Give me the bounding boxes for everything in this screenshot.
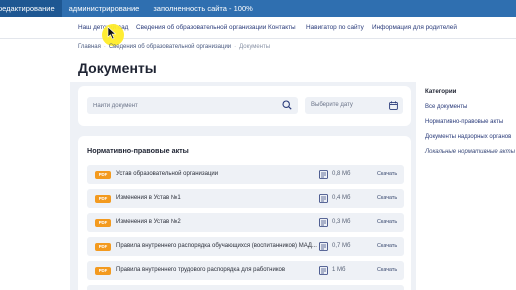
document-name[interactable]: Правила внутреннего трудового распорядка… <box>116 261 331 280</box>
date-picker[interactable]: Выберите дату <box>305 97 403 114</box>
document-name[interactable]: Изменения в Устав №2 <box>116 213 331 232</box>
document-name[interactable]: Устав образовательной организации <box>116 165 331 184</box>
document-name[interactable]: Изменения в Устав №1 <box>116 189 331 208</box>
document-row[interactable]: PDF Изменения в Устав №2 0,3 Мб Скачать <box>87 213 404 232</box>
download-link[interactable]: Скачать <box>377 237 397 256</box>
document-size: 0,8 Мб <box>332 171 351 177</box>
document-size: 0,4 Мб <box>332 195 351 201</box>
category-link-local[interactable]: Локальные нормативные акты <box>425 149 515 155</box>
document-size: 0,3 Мб <box>332 219 351 225</box>
section-title: Нормативно-правовые акты <box>87 146 189 155</box>
view-icon[interactable] <box>319 170 328 179</box>
cursor-icon <box>107 26 117 40</box>
admin-bar: редактирование администрирование заполне… <box>0 0 516 17</box>
admin-item-edit[interactable]: редактирование <box>0 0 62 17</box>
document-name[interactable]: Правила внутреннего распорядка обучающих… <box>116 237 331 256</box>
breadcrumb-current: Документы <box>239 44 271 50</box>
category-link-all[interactable]: Все документы <box>425 104 467 110</box>
pdf-badge: PDF <box>95 219 111 227</box>
view-icon[interactable] <box>319 266 328 275</box>
document-row[interactable]: PDF Правила внутреннего трудового распор… <box>87 261 404 280</box>
breadcrumb: Главная · Сведения об образовательной орга… <box>78 44 270 50</box>
calendar-icon[interactable] <box>389 101 398 110</box>
admin-item-administration[interactable]: администрирование <box>62 0 147 17</box>
document-row[interactable]: PDF Устав образовательной организации 0,… <box>87 165 404 184</box>
document-size: 1 Мб <box>332 267 346 273</box>
breadcrumb-separator: · <box>234 44 237 50</box>
pdf-badge: PDF <box>95 267 111 275</box>
top-navigation: Наш детский сад Сведения об образователь… <box>0 17 516 39</box>
category-link-supervisory[interactable]: Документы надзорных органов <box>425 134 511 140</box>
nav-link-site-navigator[interactable]: Навигатор по сайту <box>306 17 364 39</box>
pdf-badge: PDF <box>95 243 111 251</box>
breadcrumb-org-info[interactable]: Сведения об образовательной организации <box>109 44 231 50</box>
view-icon[interactable] <box>319 242 328 251</box>
view-icon[interactable] <box>319 218 328 227</box>
pdf-badge: PDF <box>95 171 111 179</box>
category-link-normative[interactable]: Нормативно-правовые акты <box>425 119 503 125</box>
nav-link-org-info[interactable]: Сведения об образовательной организации <box>136 17 266 39</box>
search-input[interactable] <box>93 97 273 114</box>
view-icon[interactable] <box>319 194 328 203</box>
document-row-partial[interactable] <box>87 285 404 290</box>
document-row[interactable]: PDF Правила внутреннего распорядка обуча… <box>87 237 404 256</box>
cursor-highlight <box>102 24 124 46</box>
page-title: Документы <box>78 60 157 76</box>
document-size: 0,7 Мб <box>332 243 351 249</box>
download-link[interactable]: Скачать <box>377 165 397 184</box>
download-link[interactable]: Скачать <box>377 213 397 232</box>
breadcrumb-home[interactable]: Главная <box>78 44 101 50</box>
document-row[interactable]: PDF Изменения в Устав №1 0,4 Мб Скачать <box>87 189 404 208</box>
download-link[interactable]: Скачать <box>377 261 397 280</box>
search-icon[interactable] <box>282 100 292 110</box>
nav-link-parents-info[interactable]: Информация для родителей <box>372 17 457 39</box>
search-box <box>87 97 298 114</box>
date-placeholder: Выберите дату <box>311 102 353 108</box>
nav-link-contacts[interactable]: Контакты <box>268 17 296 39</box>
admin-item-site-fill[interactable]: заполненность сайта - 100% <box>146 0 259 17</box>
download-link[interactable]: Скачать <box>377 189 397 208</box>
pdf-badge: PDF <box>95 195 111 203</box>
categories-title: Категории <box>425 88 457 95</box>
breadcrumb-separator: · <box>103 44 106 50</box>
